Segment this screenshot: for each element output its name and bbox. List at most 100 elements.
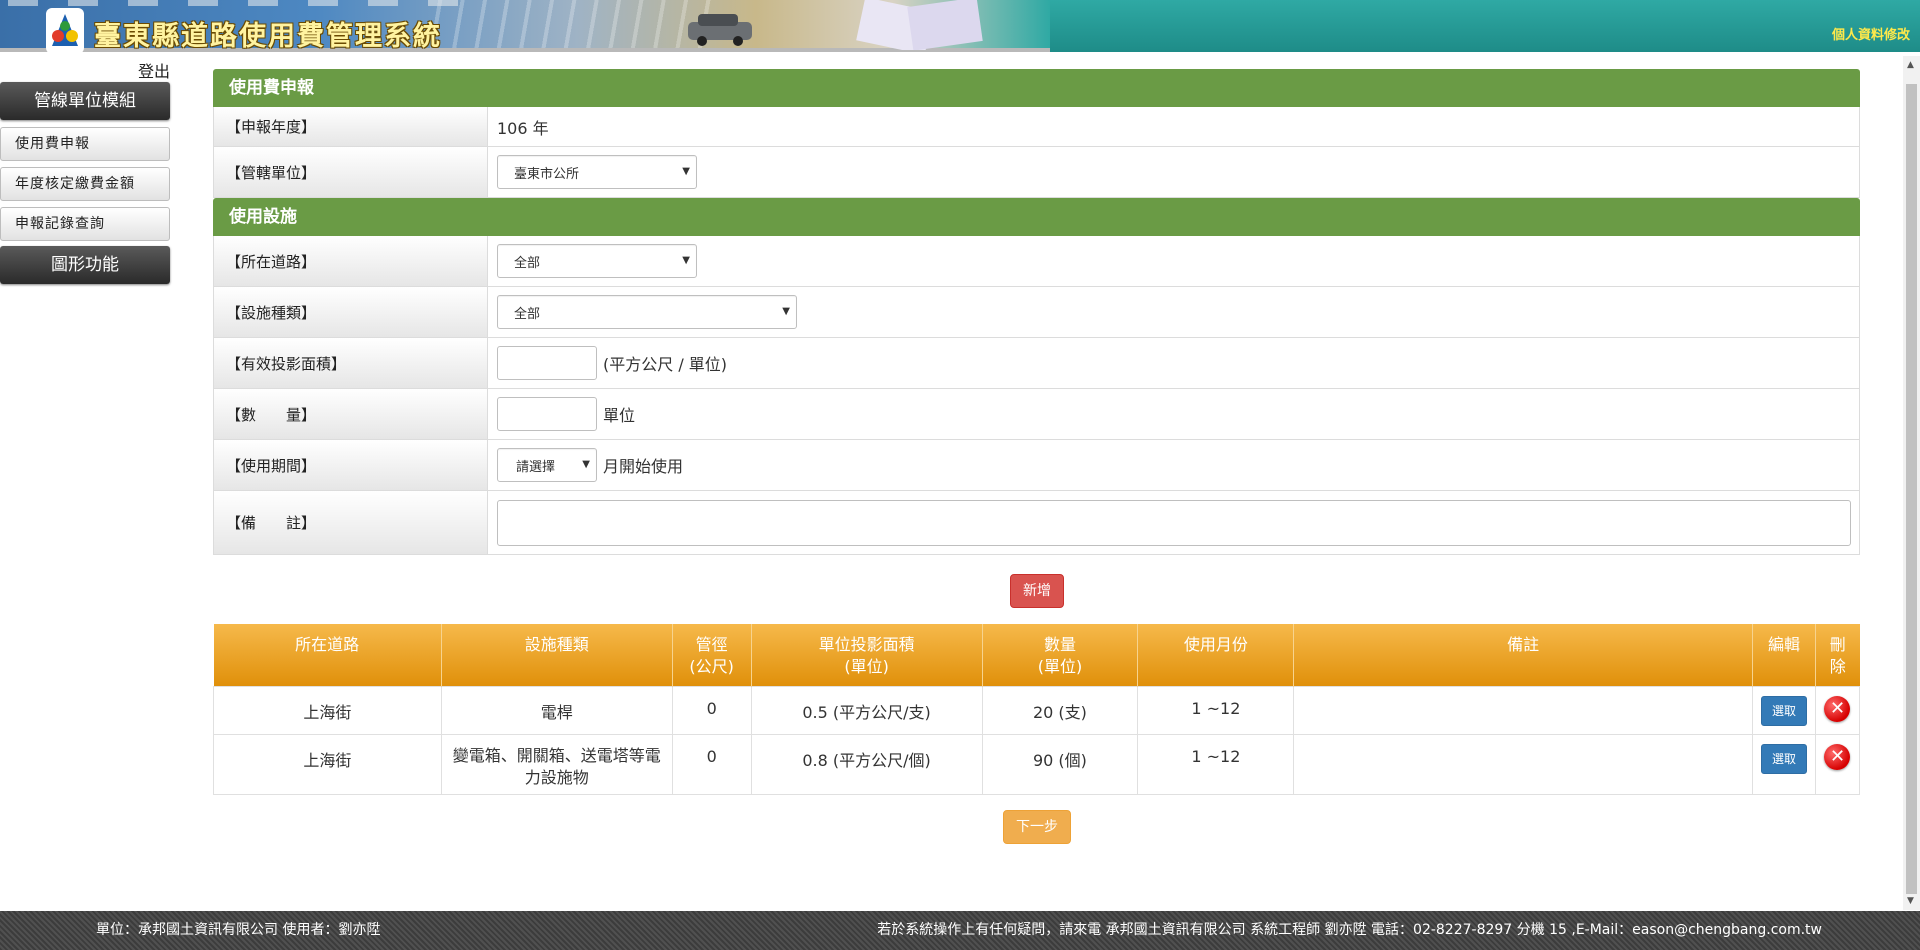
app-header: 臺東縣道路使用費管理系統 個人資料修改	[0, 0, 1920, 52]
col-edit: 編輯	[1752, 624, 1816, 686]
quantity-label: 【數 量】	[214, 389, 488, 439]
facility-table: 所在道路 設施種類 管徑 (公尺) 單位投影面積 (單位) 數量 (單位) 使用…	[213, 624, 1861, 795]
facility-type-selected: 全部	[514, 306, 541, 322]
cell-diameter: 0	[671, 685, 752, 735]
road-label: 【所在道路】	[214, 236, 488, 286]
main-form: 使用費申報 【申報年度】 106 年 【管轄單位】 臺東市公所 ▼ 使用設施 【…	[213, 69, 1860, 555]
road-cell: 全部 ▼	[488, 236, 1859, 286]
delete-icon[interactable]: ✕	[1824, 695, 1851, 722]
cell-unit-area: 0.5 (平方公尺/支)	[750, 685, 983, 735]
col-unit-area: 單位投影面積 (單位)	[751, 624, 983, 686]
table-row: 上海街 變電箱、開關箱、送電塔等電力設施物 0 0.8 (平方公尺/個) 90 …	[213, 733, 1861, 795]
chevron-down-icon: ▼	[582, 459, 590, 470]
cell-unit-area: 0.8 (平方公尺/個)	[750, 733, 983, 795]
section-facility: 使用設施	[213, 198, 1860, 236]
col-quantity: 數量 (單位)	[982, 624, 1139, 686]
cell-edit: 選取	[1751, 685, 1816, 735]
table-row: 上海街 電桿 0 0.5 (平方公尺/支) 20 (支) 1 ~12 選取 ✕	[213, 685, 1861, 735]
cell-note	[1293, 685, 1753, 735]
sidebar-module-graphics[interactable]: 圖形功能	[0, 246, 170, 284]
table-header-row: 所在道路 設施種類 管徑 (公尺) 單位投影面積 (單位) 數量 (單位) 使用…	[213, 624, 1860, 686]
col-facility-type: 設施種類	[441, 624, 673, 686]
col-note: 備註	[1293, 624, 1753, 686]
cell-road: 上海街	[213, 685, 442, 735]
cell-delete: ✕	[1814, 733, 1861, 795]
col-months: 使用月份	[1137, 624, 1295, 686]
row-quantity: 【數 量】 單位	[213, 389, 1860, 440]
road-select[interactable]: 全部 ▼	[497, 244, 697, 278]
quantity-cell: 單位	[488, 389, 1859, 439]
add-button[interactable]: 新增	[1010, 574, 1064, 608]
cell-road: 上海街	[213, 733, 442, 795]
cell-months: 1 ~12	[1137, 685, 1295, 735]
usage-period-suffix: 月開始使用	[603, 457, 684, 476]
row-note: 【備 註】	[213, 491, 1860, 555]
cell-facility-type: 變電箱、開關箱、送電塔等電力設施物	[440, 733, 673, 795]
cell-months: 1 ~12	[1137, 733, 1295, 795]
car-icon	[688, 14, 752, 46]
sidebar-item-report-history[interactable]: 申報記錄查詢	[0, 207, 170, 241]
delete-icon[interactable]: ✕	[1824, 743, 1851, 770]
col-diameter: 管徑 (公尺)	[672, 624, 752, 686]
sidebar-item-annual-amount[interactable]: 年度核定繳費金額	[0, 167, 170, 201]
facility-type-cell: 全部 ▼	[488, 287, 1859, 337]
projection-area-input[interactable]	[497, 346, 597, 380]
facility-type-select[interactable]: 全部 ▼	[497, 295, 797, 329]
projection-area-label: 【有效投影面積】	[214, 338, 488, 388]
cell-note	[1293, 733, 1753, 795]
county-logo-icon	[46, 8, 84, 52]
row-road: 【所在道路】 全部 ▼	[213, 236, 1860, 287]
scroll-up-arrow-icon[interactable]: ▲	[1907, 60, 1914, 70]
quantity-input[interactable]	[497, 397, 597, 431]
quantity-unit: 單位	[603, 406, 636, 425]
row-usage-period: 【使用期間】 請選擇 ▼ 月開始使用	[213, 440, 1860, 491]
row-facility-type: 【設施種類】 全部 ▼	[213, 287, 1860, 338]
jurisdiction-label: 【管轄單位】	[214, 147, 488, 197]
page-scrollbar[interactable]: ▲ ▼	[1903, 56, 1920, 910]
cell-quantity: 90 (個)	[981, 733, 1139, 795]
road-selected: 全部	[514, 255, 541, 271]
row-report-year: 【申報年度】 106 年	[213, 107, 1860, 147]
sidebar-module-pipeline[interactable]: 管線單位模組	[0, 82, 170, 120]
site-title: 臺東縣道路使用費管理系統	[94, 21, 442, 52]
jurisdiction-cell: 臺東市公所 ▼	[488, 147, 1859, 197]
row-jurisdiction: 【管轄單位】 臺東市公所 ▼	[213, 147, 1860, 198]
note-textarea[interactable]	[497, 499, 1851, 546]
footer-contact-info: 若於系統操作上有任何疑問，請來電 承邦國土資訊有限公司 系統工程師 劉亦陞 電話…	[877, 922, 1822, 938]
col-road: 所在道路	[213, 624, 442, 686]
row-projection-area: 【有效投影面積】 (平方公尺 / 單位)	[213, 338, 1860, 389]
usage-period-select[interactable]: 請選擇 ▼	[497, 448, 597, 482]
sidebar-item-fee-report[interactable]: 使用費申報	[0, 127, 170, 161]
footer-user-info: 單位：承邦國土資訊有限公司 使用者：劉亦陞	[96, 922, 381, 938]
section-fee-report: 使用費申報	[213, 69, 1860, 107]
usage-period-selected: 請選擇	[516, 459, 556, 475]
usage-period-label: 【使用期間】	[214, 440, 488, 490]
cell-diameter: 0	[671, 733, 752, 795]
report-year-value: 106 年	[497, 118, 549, 138]
report-year-label: 【申報年度】	[214, 107, 488, 146]
projection-area-unit: (平方公尺 / 單位)	[603, 355, 728, 374]
cell-delete: ✕	[1814, 685, 1861, 735]
select-button[interactable]: 選取	[1760, 695, 1807, 726]
scrollbar-thumb[interactable]	[1906, 84, 1917, 894]
cell-facility-type: 電桿	[440, 685, 673, 735]
note-cell	[488, 491, 1859, 554]
logout-link[interactable]: 登出	[138, 58, 170, 82]
note-label: 【備 註】	[214, 491, 488, 554]
col-delete: 刪 除	[1815, 624, 1860, 686]
personal-info-link[interactable]: 個人資料修改	[1832, 24, 1910, 43]
facility-type-label: 【設施種類】	[214, 287, 488, 337]
banknote-icon	[856, 0, 983, 50]
chevron-down-icon: ▼	[782, 306, 790, 317]
chevron-down-icon: ▼	[682, 166, 690, 177]
scroll-down-arrow-icon[interactable]: ▼	[1907, 896, 1914, 906]
next-step-button[interactable]: 下一步	[1003, 810, 1071, 844]
usage-period-cell: 請選擇 ▼ 月開始使用	[488, 440, 1859, 490]
jurisdiction-select[interactable]: 臺東市公所 ▼	[497, 155, 697, 189]
projection-area-cell: (平方公尺 / 單位)	[488, 338, 1859, 388]
jurisdiction-selected: 臺東市公所	[514, 166, 580, 182]
chevron-down-icon: ▼	[682, 255, 690, 266]
select-button[interactable]: 選取	[1760, 743, 1807, 774]
cell-edit: 選取	[1751, 733, 1816, 795]
cell-quantity: 20 (支)	[981, 685, 1139, 735]
